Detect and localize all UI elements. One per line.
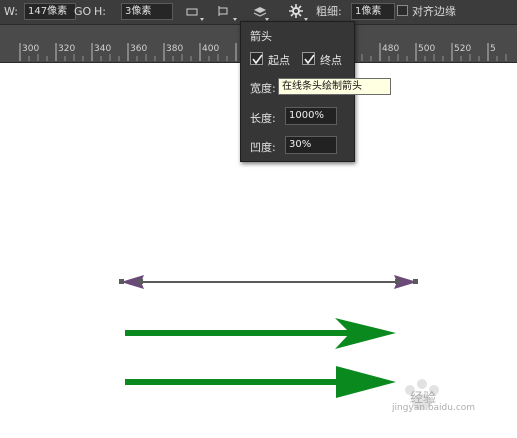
anchor-handle[interactable] bbox=[138, 279, 143, 284]
ruler-tick-label: 520 bbox=[454, 44, 472, 54]
ruler-tick-label: 380 bbox=[166, 44, 184, 54]
path-arrangement-icon[interactable] bbox=[252, 3, 268, 19]
arrow-head bbox=[336, 366, 396, 398]
thickness-label: 粗细: bbox=[316, 5, 342, 18]
gear-icon[interactable] bbox=[288, 3, 304, 19]
end-label: 终点 bbox=[320, 54, 342, 67]
h-label: H: bbox=[94, 5, 106, 18]
green-arrow-concave[interactable] bbox=[125, 318, 396, 349]
end-checkbox[interactable] bbox=[302, 52, 315, 65]
path-operations-icon[interactable] bbox=[184, 3, 200, 19]
arrow-shaft bbox=[125, 379, 340, 385]
ruler-tick-label: 360 bbox=[130, 44, 148, 54]
thickness-field[interactable]: 1像素 bbox=[351, 3, 395, 20]
checkmark-icon bbox=[252, 54, 263, 65]
green-arrow-solid[interactable] bbox=[125, 366, 396, 398]
ruler-tick-label: 320 bbox=[58, 44, 76, 54]
ruler-tick-label: 480 bbox=[382, 44, 400, 54]
align-edges-label: 对齐边缘 bbox=[412, 5, 456, 18]
length-label: 长度: bbox=[250, 112, 276, 125]
concavity-label: 凹度: bbox=[250, 141, 276, 154]
anchor-handle[interactable] bbox=[395, 279, 400, 284]
ruler-tick-label: 5 bbox=[490, 44, 496, 54]
ruler-tick-label: 400 bbox=[202, 44, 220, 54]
anchor-handle[interactable] bbox=[119, 279, 124, 284]
start-checkbox[interactable] bbox=[250, 52, 263, 65]
concavity-input[interactable]: 30% bbox=[285, 136, 337, 154]
length-input[interactable]: 1000% bbox=[285, 107, 337, 125]
watermark-url: jingyan.baidu.com bbox=[392, 403, 476, 413]
w-label: W: bbox=[4, 5, 18, 18]
panel-title: 箭头 bbox=[250, 30, 272, 43]
ruler-tick-label: 500 bbox=[418, 44, 436, 54]
align-edges-checkbox[interactable] bbox=[397, 5, 408, 16]
start-label: 起点 bbox=[268, 54, 290, 67]
width-label: 宽度: bbox=[250, 82, 276, 95]
path-alignment-caret-icon[interactable] bbox=[233, 18, 237, 21]
path-alignment-icon[interactable] bbox=[216, 3, 232, 19]
arrow-shaft bbox=[125, 330, 355, 336]
link-dimensions-label[interactable]: GO bbox=[74, 4, 91, 20]
height-field[interactable]: 3像素 bbox=[121, 3, 173, 20]
ruler-tick-label: 300 bbox=[22, 44, 40, 54]
anchor-handle[interactable] bbox=[413, 279, 418, 284]
ruler-tick-label: 340 bbox=[94, 44, 112, 54]
width-field[interactable]: 147像素 bbox=[24, 3, 76, 20]
path-operations-caret-icon[interactable] bbox=[200, 18, 204, 21]
selected-line-shape[interactable] bbox=[119, 275, 418, 289]
checkmark-icon bbox=[304, 54, 315, 65]
tooltip: 在线条头绘制箭头 bbox=[278, 78, 391, 95]
